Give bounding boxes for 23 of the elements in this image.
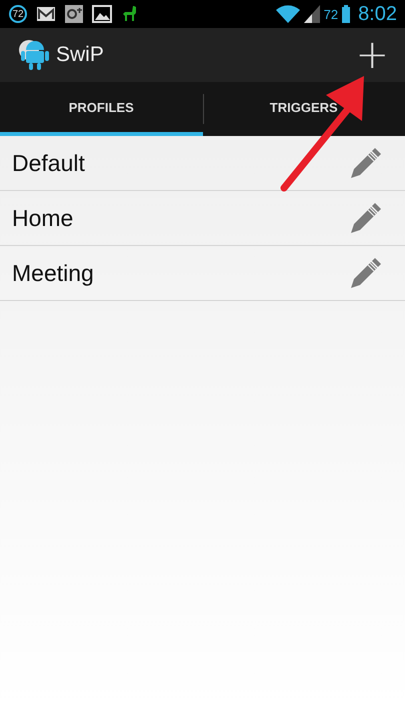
image-icon <box>92 5 112 23</box>
profile-name: Meeting <box>12 260 94 286</box>
profile-row[interactable]: Home <box>0 191 405 246</box>
signal-icon <box>304 5 320 23</box>
pencil-icon[interactable] <box>351 148 381 178</box>
add-button[interactable]: + <box>349 41 395 69</box>
pencil-icon[interactable] <box>351 203 381 233</box>
mail-icon <box>36 6 56 22</box>
profile-row[interactable]: Meeting <box>0 246 405 301</box>
app-title: SwiP <box>56 43 105 67</box>
notification-badge: 72 <box>9 5 27 23</box>
wifi-icon <box>276 5 300 23</box>
clock: 8:02 <box>358 2 397 26</box>
profile-name: Home <box>12 204 74 232</box>
battery-icon <box>342 5 350 23</box>
pencil-icon[interactable] <box>351 258 381 288</box>
tab[interactable]: TRIGGERS <box>202 82 405 136</box>
profile-name: Default <box>12 150 85 176</box>
tab[interactable]: PROFILES <box>0 82 202 136</box>
battery-level: 72 <box>324 6 338 22</box>
llama-icon <box>121 5 139 23</box>
plus-box-icon <box>65 5 83 23</box>
profile-row[interactable]: Default <box>0 136 405 191</box>
